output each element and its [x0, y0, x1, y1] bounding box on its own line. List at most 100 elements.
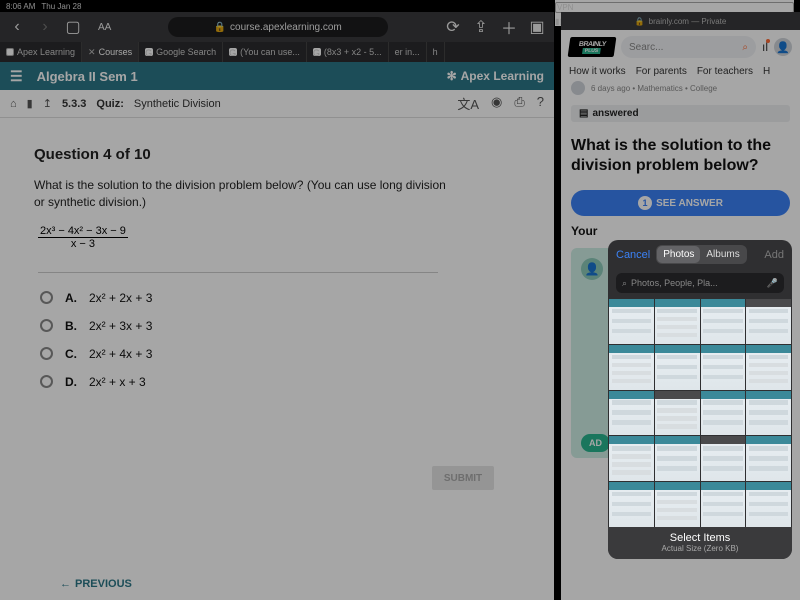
- asker-avatar[interactable]: [571, 81, 585, 95]
- photo-thumb[interactable]: [746, 482, 791, 527]
- radio-a[interactable]: [40, 291, 53, 304]
- photo-thumb[interactable]: [701, 299, 746, 344]
- radio-b[interactable]: [40, 319, 53, 332]
- accessibility-icon[interactable]: ◉: [491, 94, 502, 113]
- radio-d[interactable]: [40, 375, 53, 388]
- picker-segment[interactable]: Photos Albums: [656, 245, 747, 264]
- help-icon[interactable]: ?: [537, 94, 544, 113]
- tab-erin[interactable]: er in...: [389, 42, 427, 62]
- tab-8x3[interactable]: G(8x3 + x2 - 5...: [307, 42, 389, 62]
- course-title: Algebra II Sem 1: [37, 69, 138, 84]
- radio-c[interactable]: [40, 347, 53, 360]
- tab-h[interactable]: h: [427, 42, 445, 62]
- url-host: course.apexlearning.com: [230, 22, 342, 33]
- photo-thumb[interactable]: [655, 391, 700, 436]
- tab-courses[interactable]: ✕Courses: [82, 42, 139, 62]
- text-size-button[interactable]: AA: [98, 22, 111, 33]
- see-answer-button[interactable]: 1 SEE ANSWER: [571, 190, 790, 216]
- photo-thumb[interactable]: [746, 345, 791, 390]
- nav-more[interactable]: H: [763, 66, 770, 77]
- photo-thumb[interactable]: [701, 482, 746, 527]
- lock-icon: 🔒: [635, 17, 645, 26]
- tab-you-can-use[interactable]: G(You can use...: [223, 42, 307, 62]
- picker-header: Cancel Photos Albums Add: [608, 240, 792, 269]
- photo-thumb[interactable]: [746, 391, 791, 436]
- tabs-icon[interactable]: ▣: [528, 17, 546, 37]
- bookmarks-icon[interactable]: ▢: [64, 17, 82, 37]
- new-tab-icon[interactable]: ＋: [500, 15, 518, 39]
- photo-thumb[interactable]: [655, 345, 700, 390]
- photo-thumb[interactable]: [655, 299, 700, 344]
- photo-thumb[interactable]: [609, 299, 654, 344]
- nav-how-it-works[interactable]: How it works: [569, 66, 626, 77]
- breadcrumb-title: Synthetic Division: [134, 98, 221, 110]
- submit-button[interactable]: SUBMIT: [432, 466, 494, 490]
- url-bar[interactable]: 🔒 course.apexlearning.com: [168, 17, 388, 37]
- nav-parents[interactable]: For parents: [636, 66, 687, 77]
- profile-avatar[interactable]: 👤: [774, 38, 792, 56]
- photo-thumb[interactable]: [701, 391, 746, 436]
- photo-thumb[interactable]: [609, 482, 654, 527]
- home-icon[interactable]: ⌂: [10, 98, 17, 110]
- divider-line: [38, 272, 438, 273]
- photo-thumb[interactable]: [609, 391, 654, 436]
- photo-thumb[interactable]: [701, 345, 746, 390]
- photo-thumb[interactable]: [746, 436, 791, 481]
- answer-choices: A. 2x² + 2x + 3 B. 2x² + 3x + 3 C. 2x² +…: [40, 291, 520, 389]
- picker-add[interactable]: Add: [764, 249, 784, 261]
- choice-d[interactable]: D. 2x² + x + 3: [40, 375, 520, 389]
- your-answer-label: Your: [561, 224, 800, 238]
- ios-status-bar: 8:06 AM Thu Jan 28 ᯤ VPN ▮▯: [0, 0, 800, 12]
- brainly-logo[interactable]: BRAINLY PLUS: [568, 37, 617, 57]
- apex-header: ☰ Algebra II Sem 1 ✻ Apex Learning: [0, 62, 554, 90]
- up-arrow-icon[interactable]: ↥: [43, 97, 52, 110]
- arrow-left-icon: ←: [60, 578, 71, 590]
- seg-albums[interactable]: Albums: [700, 246, 745, 263]
- brainly-question: What is the solution to the division pro…: [561, 128, 800, 186]
- brainly-nav: How it works For parents For teachers H: [561, 62, 800, 77]
- search-icon: ⌕: [742, 42, 748, 53]
- photo-thumb[interactable]: [701, 436, 746, 481]
- apex-brand: ✻ Apex Learning: [447, 69, 544, 83]
- mic-icon[interactable]: 🎤: [767, 278, 778, 289]
- choice-a[interactable]: A. 2x² + 2x + 3: [40, 291, 520, 305]
- division-expression: 2x³ − 4x² − 3x − 9 x − 3: [38, 225, 128, 250]
- menu-icon[interactable]: ☰: [10, 68, 23, 85]
- picker-cancel[interactable]: Cancel: [616, 249, 650, 261]
- quiz-body: Question 4 of 10 What is the solution to…: [0, 118, 554, 600]
- photo-thumb[interactable]: [655, 482, 700, 527]
- seg-photos[interactable]: Photos: [657, 246, 700, 263]
- briefcase-icon[interactable]: ▮: [27, 97, 33, 110]
- search-icon: ⌕: [622, 278, 627, 289]
- photo-thumb[interactable]: [746, 299, 791, 344]
- photo-thumb[interactable]: [609, 436, 654, 481]
- split-divider[interactable]: [554, 12, 561, 600]
- close-icon[interactable]: ✕: [88, 47, 96, 58]
- right-url-bar[interactable]: 🔒 brainly.com — Private: [561, 12, 800, 30]
- print-icon[interactable]: ⎙: [514, 94, 524, 113]
- tab-google-search[interactable]: GGoogle Search: [139, 42, 223, 62]
- search-placeholder: Searc...: [629, 42, 663, 53]
- previous-button[interactable]: ← PREVIOUS: [60, 578, 132, 590]
- brainly-search[interactable]: Searc... ⌕: [621, 36, 756, 58]
- stats-icon[interactable]: ıl: [762, 40, 768, 54]
- picker-search[interactable]: ⌕ Photos, People, Pla... 🎤: [616, 273, 784, 293]
- share-icon[interactable]: ⇪: [472, 17, 490, 37]
- picker-footer-title: Select Items: [608, 532, 792, 544]
- add-answer-button[interactable]: AD: [581, 434, 610, 452]
- photo-thumb[interactable]: [655, 436, 700, 481]
- breadcrumb-type: Quiz:: [96, 98, 124, 110]
- choice-b[interactable]: B. 2x² + 3x + 3: [40, 319, 520, 333]
- translate-icon[interactable]: 文A: [457, 94, 479, 113]
- reload-icon[interactable]: ⟳: [444, 17, 462, 37]
- photo-thumb[interactable]: [609, 345, 654, 390]
- apex-logo-icon: ✻: [447, 69, 457, 83]
- picker-footer: Select Items Actual Size (Zero KB): [608, 527, 792, 559]
- tab-apex-learning[interactable]: Apex Learning: [0, 42, 82, 62]
- back-button[interactable]: ‹: [8, 18, 26, 36]
- safari-toolbar: ‹ › ▢ AA 🔒 course.apexlearning.com ⟳ ⇪ ＋…: [0, 12, 554, 42]
- safari-tabstrip: Apex Learning ✕Courses GGoogle Search G(…: [0, 42, 554, 62]
- forward-button[interactable]: ›: [36, 18, 54, 36]
- nav-teachers[interactable]: For teachers: [697, 66, 753, 77]
- choice-c[interactable]: C. 2x² + 4x + 3: [40, 347, 520, 361]
